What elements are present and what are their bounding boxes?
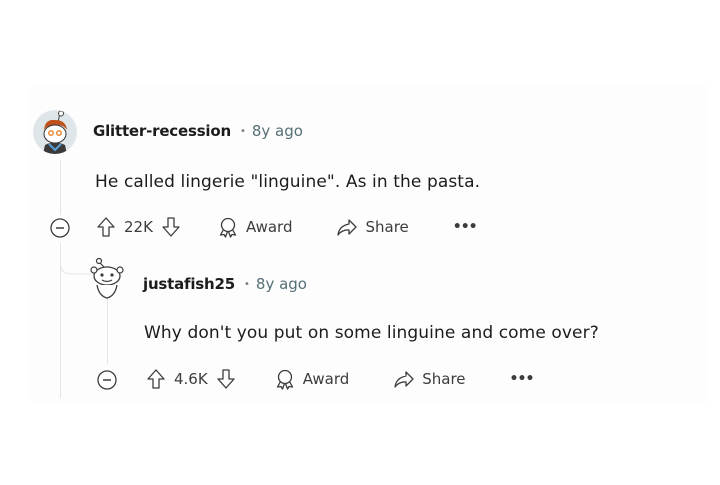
more-options-icon[interactable]: ••• bbox=[510, 371, 535, 387]
award-icon bbox=[276, 369, 293, 390]
thread-line-child[interactable] bbox=[107, 298, 108, 364]
minus-circle-icon bbox=[97, 370, 117, 390]
avatar[interactable] bbox=[33, 110, 77, 154]
award-label: Award bbox=[245, 218, 293, 236]
share-button[interactable]: Share bbox=[336, 217, 409, 237]
share-label: Share bbox=[422, 370, 466, 388]
more-options-icon[interactable]: ••• bbox=[453, 219, 478, 235]
timestamp[interactable]: 8y ago bbox=[252, 122, 303, 140]
upvote-icon[interactable] bbox=[146, 368, 166, 390]
comment-body: Why don't you put on some linguine and c… bbox=[144, 323, 599, 343]
award-icon bbox=[219, 217, 237, 238]
comment-body: He called lingerie "linguine". As in the… bbox=[95, 172, 481, 192]
downvote-icon[interactable] bbox=[216, 368, 236, 390]
comment-meta: Glitter-recession • 8y ago bbox=[93, 122, 303, 140]
upvote-icon[interactable] bbox=[96, 216, 116, 238]
comment-actions: 22K Award Share ••• bbox=[96, 216, 478, 238]
separator-dot: • bbox=[239, 125, 246, 137]
comment-actions: 4.6K Award Share ••• bbox=[146, 368, 535, 390]
comment-meta: justafish25 • 8y ago bbox=[143, 275, 307, 293]
collapse-button[interactable] bbox=[50, 218, 70, 238]
snoo-avatar-icon bbox=[33, 110, 77, 154]
thread-line-parent[interactable] bbox=[60, 160, 61, 215]
snoo-default-avatar-icon bbox=[90, 257, 124, 299]
share-icon bbox=[337, 219, 358, 236]
downvote-icon[interactable] bbox=[161, 216, 181, 238]
award-button[interactable]: Award bbox=[274, 368, 350, 390]
share-label: Share bbox=[365, 218, 409, 236]
award-button[interactable]: Award bbox=[217, 216, 293, 238]
share-icon bbox=[394, 371, 414, 388]
vote-count: 22K bbox=[124, 218, 153, 236]
vote-count: 4.6K bbox=[174, 370, 208, 388]
minus-circle-icon bbox=[50, 218, 70, 238]
share-button[interactable]: Share bbox=[393, 369, 466, 389]
separator-dot: • bbox=[244, 278, 250, 290]
timestamp[interactable]: 8y ago bbox=[256, 275, 307, 293]
collapse-button[interactable] bbox=[97, 370, 117, 390]
avatar[interactable] bbox=[87, 256, 127, 300]
award-label: Award bbox=[302, 370, 350, 388]
username[interactable]: justafish25 bbox=[143, 275, 235, 293]
username[interactable]: Glitter-recession bbox=[93, 122, 231, 140]
